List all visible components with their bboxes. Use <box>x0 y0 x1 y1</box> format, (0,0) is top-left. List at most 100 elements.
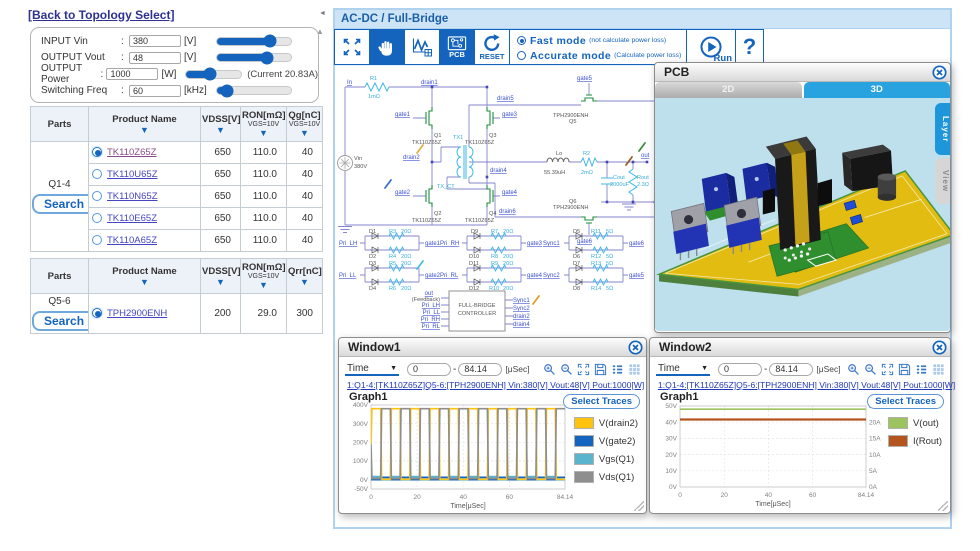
parameter-slider[interactable] <box>185 70 242 79</box>
slider-knob[interactable] <box>261 51 274 64</box>
product-radio[interactable] <box>92 308 102 318</box>
net-label[interactable]: gate2 <box>425 273 441 279</box>
search-button[interactable]: Search <box>32 194 89 214</box>
net-label[interactable]: Pri_LL <box>339 273 357 279</box>
circuit-schematic[interactable]: InR11mΩdrain1Vin380Vgate1gate3Q1TK110Z65… <box>337 67 659 339</box>
fast-mode-radio[interactable] <box>517 36 526 45</box>
search-button[interactable]: Search <box>32 311 89 331</box>
net-label[interactable]: drain4 <box>513 322 530 328</box>
parameter-slider[interactable] <box>216 86 292 95</box>
net-label[interactable]: drain1 <box>421 80 438 86</box>
fit-screen-button[interactable] <box>334 29 370 65</box>
zoom-out-icon[interactable] <box>864 363 877 376</box>
window1-titlebar[interactable]: Window1 <box>339 338 646 357</box>
product-link[interactable]: TK110N65Z <box>107 191 158 202</box>
config-link[interactable]: 1:Q1-4:[TK110Z65Z]Q5-6:[TPH2900ENH] Vin:… <box>347 380 644 390</box>
pcb-3d-viewport[interactable]: Layer View <box>655 98 950 331</box>
select-traces-button[interactable]: Select Traces <box>867 394 944 409</box>
slider-knob[interactable] <box>204 68 217 81</box>
product-radio[interactable] <box>92 147 102 157</box>
grid-icon[interactable] <box>628 363 641 376</box>
resize-handle[interactable] <box>634 501 644 511</box>
tab-layer[interactable]: Layer <box>935 103 950 155</box>
close-icon[interactable] <box>932 340 947 355</box>
sort-icon[interactable]: ▼ <box>288 128 321 138</box>
net-label[interactable]: Pri_RH <box>440 241 459 247</box>
slider-knob[interactable] <box>264 35 277 48</box>
net-label[interactable]: In <box>347 80 352 86</box>
product-radio[interactable] <box>92 213 102 223</box>
axis-select[interactable]: Time▼ <box>345 363 399 376</box>
product-link[interactable]: TK110A65Z <box>107 235 157 246</box>
waveform-window-2[interactable]: Window2 Time▼ - [μSec] 1:Q1-4:[TK110Z65Z… <box>649 337 951 514</box>
window2-titlebar[interactable]: Window2 <box>650 338 950 357</box>
parameter-input[interactable] <box>129 85 181 97</box>
waveform-chart-1[interactable]: 400V300V200V100V0V-50V020406084.14Time[μ… <box>341 401 585 511</box>
range-from-input[interactable] <box>718 363 762 376</box>
product-link[interactable]: TK110U65Z <box>107 169 158 180</box>
net-label[interactable]: drain6 <box>499 209 516 215</box>
legend-item[interactable]: Vds(Q1) <box>574 468 638 486</box>
collapse-panel-icon[interactable]: ◄ <box>319 10 326 17</box>
net-label[interactable]: Pri_RH <box>421 317 440 323</box>
net-label[interactable]: Pri_RL <box>422 324 441 330</box>
sort-icon[interactable]: ▼ <box>90 277 199 287</box>
net-label[interactable]: gate3 <box>527 241 543 247</box>
net-label[interactable]: drain5 <box>497 96 514 102</box>
sort-icon[interactable]: ▼ <box>288 277 321 287</box>
net-label[interactable]: Sync1 <box>543 241 560 247</box>
run-button[interactable]: Run <box>686 29 736 65</box>
legend-item[interactable]: Vgs(Q1) <box>574 450 638 468</box>
net-label[interactable]: out <box>641 153 650 159</box>
range-from-input[interactable] <box>407 363 451 376</box>
net-label[interactable]: drain2 <box>403 155 420 161</box>
sort-icon[interactable]: ▼ <box>202 277 239 287</box>
legend-item[interactable]: V(out) <box>888 414 942 432</box>
tab-3d[interactable]: 3D <box>804 82 951 98</box>
net-label[interactable]: gate2 <box>395 190 411 196</box>
net-label[interactable]: gate6 <box>629 241 645 247</box>
slider-knob[interactable] <box>221 84 234 97</box>
net-label[interactable]: Pri_LH <box>339 241 357 247</box>
fullscreen-icon[interactable] <box>577 363 590 376</box>
waveform-chart-2[interactable]: 50V40V30V20V10V0V25A20A15A10A5A0A0204060… <box>652 401 904 511</box>
close-icon[interactable] <box>628 340 643 355</box>
sort-icon[interactable]: ▼ <box>242 128 285 138</box>
save-icon[interactable] <box>898 363 911 376</box>
accurate-mode-radio[interactable] <box>517 51 526 60</box>
pcb-view-button[interactable]: PCB <box>439 29 475 65</box>
net-label[interactable]: gate4 <box>502 190 518 196</box>
grid-icon[interactable] <box>932 363 945 376</box>
sort-icon[interactable]: ▼ <box>242 280 285 290</box>
zoom-in-icon[interactable] <box>847 363 860 376</box>
net-label[interactable]: drain4 <box>490 168 507 174</box>
net-label[interactable]: Pri_LH <box>422 303 440 309</box>
help-button[interactable]: ? <box>735 29 764 65</box>
waveform-button[interactable] <box>404 29 440 65</box>
sort-icon[interactable]: ▼ <box>90 125 199 135</box>
parameter-slider[interactable] <box>216 53 292 62</box>
parameter-slider[interactable] <box>216 37 292 46</box>
resize-handle[interactable] <box>938 501 948 511</box>
fast-mode-option[interactable]: Fast mode (not calculate power loss) <box>517 33 682 48</box>
net-label[interactable]: gate5 <box>629 273 645 279</box>
parameter-input[interactable] <box>129 35 181 47</box>
save-icon[interactable] <box>594 363 607 376</box>
config-link[interactable]: 1:Q1-4:[TK110Z65Z]Q5-6:[TPH2900ENH] Vin:… <box>658 380 955 390</box>
select-traces-icon[interactable] <box>611 363 624 376</box>
net-label[interactable]: Pri_LL <box>423 310 441 316</box>
net-label[interactable]: Sync2 <box>543 273 560 279</box>
product-radio[interactable] <box>92 191 102 201</box>
pan-hand-button[interactable] <box>369 29 405 65</box>
accurate-mode-option[interactable]: Accurate mode (Calculate power loss) <box>517 48 682 63</box>
net-label[interactable]: drain2 <box>513 314 530 320</box>
tab-2d[interactable]: 2D <box>655 82 802 98</box>
tab-view[interactable]: View <box>935 158 950 204</box>
select-traces-icon[interactable] <box>915 363 928 376</box>
legend-item[interactable]: V(drain2) <box>574 414 638 432</box>
net-label[interactable]: gate1 <box>395 112 411 118</box>
reset-button[interactable]: RESET <box>474 29 510 65</box>
product-link[interactable]: TPH2900ENH <box>107 308 167 319</box>
pcb-window[interactable]: PCB 2D 3D <box>654 62 951 333</box>
zoom-out-icon[interactable] <box>560 363 573 376</box>
